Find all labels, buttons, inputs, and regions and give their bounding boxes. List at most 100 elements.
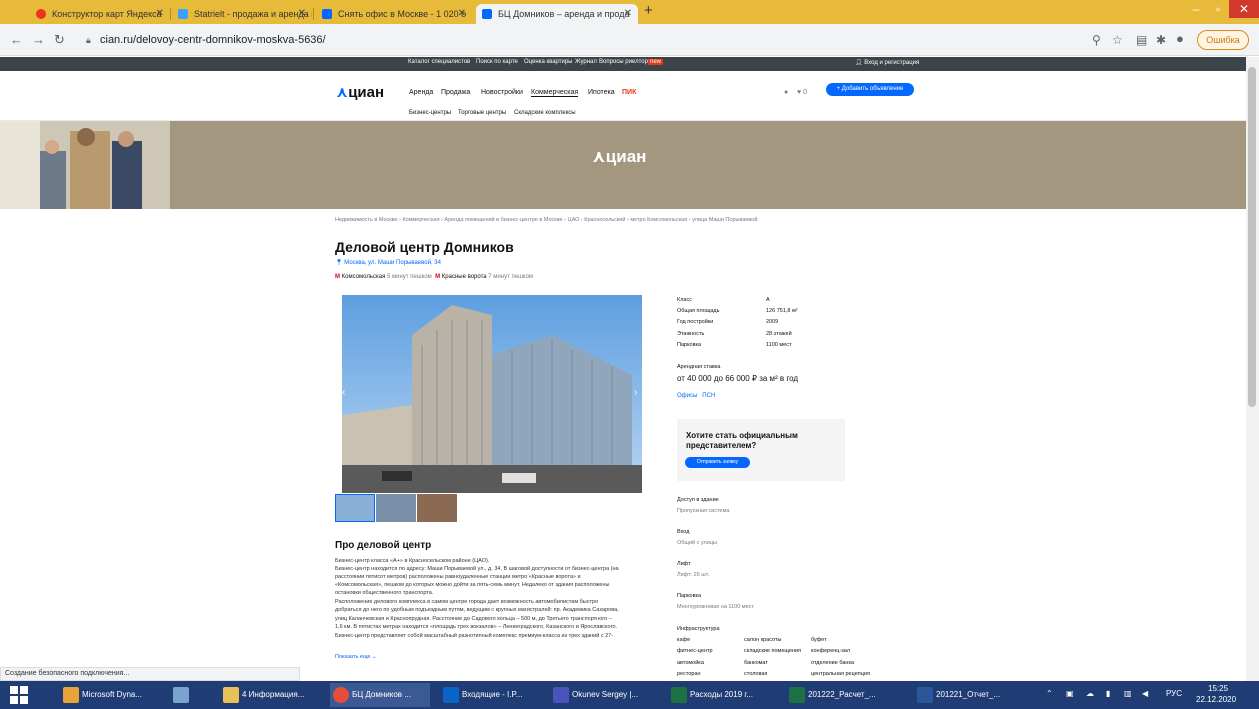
volume-icon[interactable]: ◀ (1142, 689, 1148, 698)
about-text-line: остановки общественного транспорта. (335, 590, 434, 596)
nav-pik[interactable]: ПИК (622, 89, 636, 96)
subnav-warehouses[interactable]: Складские комплексы (514, 110, 576, 116)
type-link-offices[interactable]: Офисы (677, 393, 697, 399)
browser-tab-active[interactable]: БЦ Домников – аренда и прода ✕ (476, 4, 638, 24)
clock-time[interactable]: 15:25 (1208, 684, 1228, 693)
info-value: Многоуровневая на 1100 мест (677, 604, 754, 610)
taskbar-item-active[interactable]: БЦ Домников ... (330, 683, 430, 707)
prev-photo-icon[interactable]: ‹ (342, 387, 345, 398)
infra-item: автомойка (677, 660, 704, 666)
building-photo[interactable]: ‹ › (342, 295, 642, 493)
reload-icon[interactable]: ↻ (54, 32, 65, 48)
url-input[interactable]: 🔒︎ cian.ru/delovoy-centr-domnikov-moskva… (80, 28, 1080, 52)
status-bar: Создание безопасного подключения... (0, 667, 300, 681)
error-button[interactable]: Ошибка (1197, 30, 1249, 50)
type-link-psn[interactable]: ПСН (702, 393, 715, 399)
subnav-business-centers[interactable]: Бизнес-центры (409, 110, 451, 116)
taskbar-item[interactable]: Okunev Sergey |... (550, 683, 660, 707)
browser-tab[interactable]: Конструктор карт Яндекса ✕ (30, 4, 170, 24)
taskbar-item[interactable]: 201222_Расчет_... (786, 683, 906, 707)
new-tab-button[interactable]: + (644, 2, 653, 19)
forward-icon[interactable]: → (32, 32, 45, 47)
taskbar-item[interactable]: Microsoft Dyna... (60, 683, 160, 707)
battery-icon[interactable]: ▥ (1124, 689, 1132, 698)
clock-date[interactable]: 22.12.2020 (1196, 695, 1236, 704)
metro-station[interactable]: Красные ворота (442, 274, 487, 280)
address-link[interactable]: 📍︎ Москва, ул. Маши Порываевой, 34 (335, 259, 441, 266)
agent-promo: Хотите стать официальным представителем?… (677, 419, 845, 481)
send-request-button[interactable]: Отправить заявку (685, 457, 750, 468)
taskbar-item[interactable]: 201221_Отчет_... (914, 683, 1032, 707)
browser-tab[interactable]: Снять офис в Москве - 1 020 о ✕ (316, 4, 472, 24)
cian-logo[interactable]: ⋏циан (336, 83, 384, 101)
info-value: Лифт: 26 шт. (677, 572, 710, 578)
nav-sale[interactable]: Продажа (441, 89, 470, 96)
top-link[interactable]: Вопросы риелтору (599, 59, 651, 65)
star-icon[interactable]: ☆ (1112, 33, 1123, 47)
tray-chevron-icon[interactable]: ⌃ (1046, 689, 1053, 698)
taskbar-item[interactable]: Входящие - I.P... (440, 683, 540, 707)
next-photo-icon[interactable]: › (634, 387, 637, 398)
type-links: Офисы ПСН (677, 393, 715, 399)
tray-app-icon[interactable]: ▣ (1066, 689, 1074, 698)
zoom-icon[interactable]: ⚲ (1092, 33, 1101, 47)
promo-banner[interactable]: ⋏циан (0, 121, 1246, 209)
infra-item: складские помещения (744, 648, 801, 654)
scrollbar-thumb[interactable] (1248, 67, 1256, 407)
about-text-line: 1,6 км. В пятистах метрах находится «пло… (335, 624, 618, 630)
add-listing-button[interactable]: + Добавить объявление (826, 83, 914, 96)
photo-thumbnail[interactable] (376, 494, 416, 522)
cian-icon (482, 9, 492, 19)
top-link[interactable]: Поиск по карте (476, 59, 518, 65)
nav-mortgage[interactable]: Ипотека (588, 89, 615, 96)
photo-thumbnail[interactable] (417, 494, 457, 522)
reading-list-icon[interactable]: ▤ (1136, 33, 1147, 47)
close-tab-icon[interactable]: ✕ (458, 4, 466, 24)
tab-separator (170, 8, 171, 20)
breadcrumb[interactable]: Недвижимость в Москве › Коммерческая › А… (335, 217, 757, 223)
login-link[interactable]: 👤︎ Вход и регистрация (855, 59, 919, 66)
taskbar-item[interactable]: 4 Информация... (220, 683, 320, 707)
spec-value: A (766, 297, 770, 303)
top-link[interactable]: Оценка квартиры (524, 59, 572, 65)
back-icon[interactable]: ← (10, 32, 23, 47)
chat-icon[interactable]: ● (784, 89, 788, 96)
close-tab-icon[interactable]: ✕ (298, 4, 306, 24)
building-image (342, 295, 642, 493)
spec-label: Год постройки (677, 319, 714, 325)
spec-label: Общая площадь (677, 308, 720, 314)
nav-rent[interactable]: Аренда (409, 89, 433, 96)
taskbar-item[interactable] (170, 683, 210, 707)
metro-station[interactable]: Комсомольская (342, 274, 386, 280)
spec-label: Этажность (677, 331, 705, 337)
taskbar-item[interactable]: Расходы 2019 г... (668, 683, 778, 707)
top-link[interactable]: Каталог специалистов (408, 59, 470, 65)
word-icon (917, 687, 933, 703)
subnav-malls[interactable]: Торговые центры (458, 110, 506, 116)
extensions-icon[interactable]: ✱ (1156, 33, 1166, 47)
spec-label: Класс (677, 297, 692, 303)
spec-value: 1100 мест (766, 342, 792, 348)
spec-value: 126 751,8 м² (766, 308, 798, 314)
onedrive-icon[interactable]: ☁ (1086, 689, 1094, 698)
close-tab-icon[interactable]: ✕ (156, 4, 164, 24)
rate-label: Арендная ставка (677, 364, 721, 370)
show-more-link[interactable]: Показать еще ⌄ (335, 654, 377, 660)
infra-item: отделение банка (811, 660, 855, 666)
close-window-icon[interactable]: ✕ (1229, 0, 1259, 18)
language-indicator[interactable]: РУС (1166, 689, 1182, 698)
top-link[interactable]: Журнал (575, 59, 597, 65)
maximize-icon[interactable]: ▫ (1205, 2, 1231, 16)
profile-icon[interactable]: ● (1176, 31, 1184, 46)
infra-heading: Инфраструктура (677, 626, 720, 632)
nav-newbuilds[interactable]: Новостройки (481, 89, 523, 96)
windows-start-icon[interactable] (10, 686, 28, 704)
photo-thumbnail[interactable] (335, 494, 375, 522)
favorites-icon[interactable]: ♥ 0 (797, 89, 807, 96)
page-scrollbar[interactable] (1246, 57, 1259, 681)
close-tab-icon[interactable]: ✕ (624, 4, 632, 24)
nav-commercial[interactable]: Коммерческая (531, 89, 579, 97)
network-icon[interactable]: ▮ (1106, 689, 1110, 698)
new-badge: new (648, 59, 664, 65)
browser-tab[interactable]: Statrielt - продажа и аренда ком ✕ (172, 4, 312, 24)
